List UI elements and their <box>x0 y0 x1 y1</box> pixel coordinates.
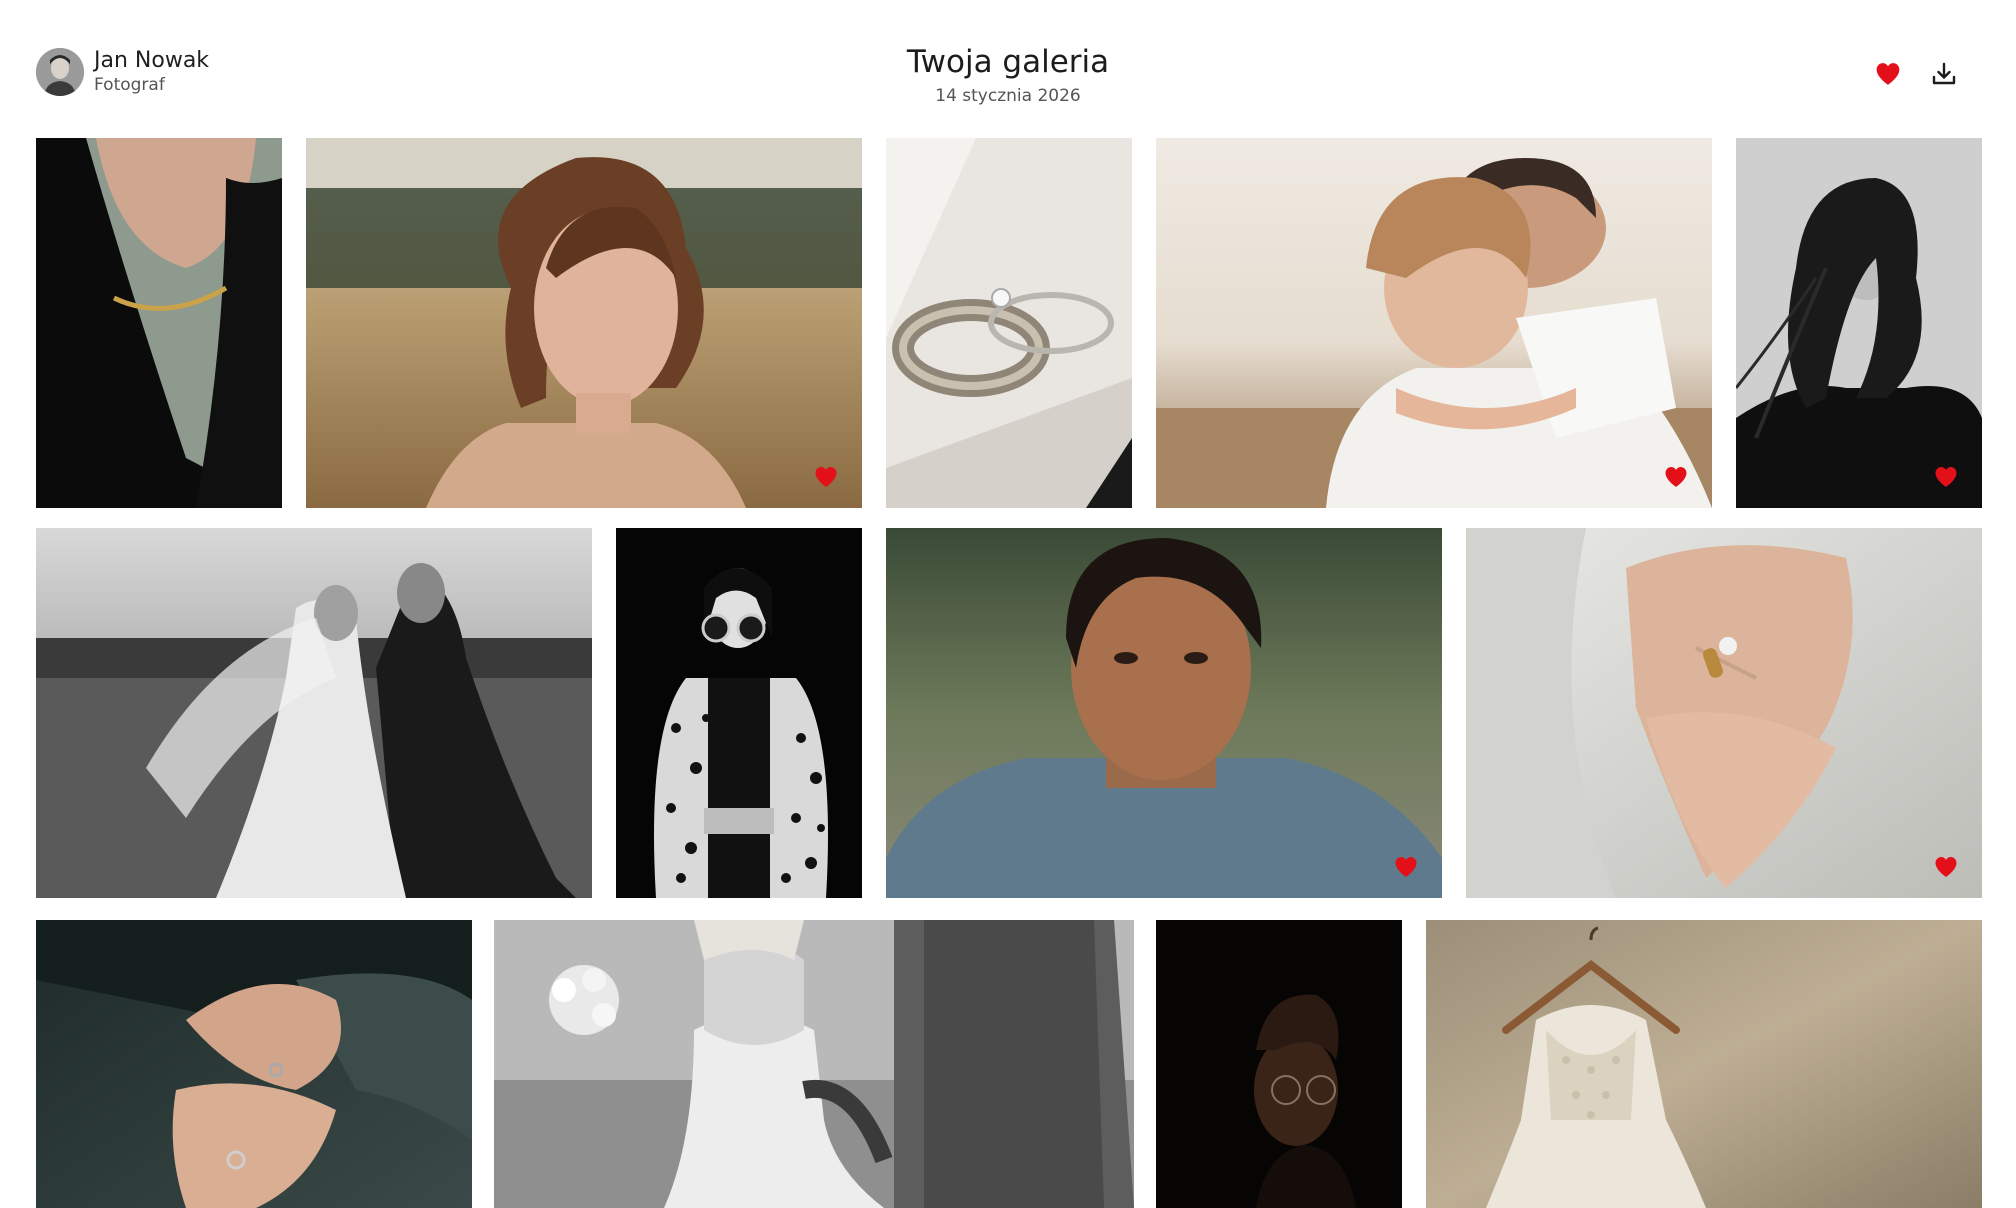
heart-icon[interactable] <box>814 466 838 488</box>
heart-icon[interactable] <box>1934 856 1958 878</box>
photo-image <box>36 138 282 508</box>
photo-image <box>886 528 1442 898</box>
photo-woman-windblown-hair[interactable] <box>1736 138 1982 508</box>
photo-image <box>1156 138 1712 508</box>
photo-necklace[interactable] <box>36 138 282 508</box>
photo-image <box>306 138 862 508</box>
page-title: Twoja galeria <box>906 44 1110 80</box>
photo-image <box>1426 920 1982 1208</box>
download-button[interactable] <box>1926 56 1962 92</box>
photo-image <box>1156 920 1402 1208</box>
download-icon <box>1932 62 1956 85</box>
heart-icon[interactable] <box>1664 466 1688 488</box>
heart-icon <box>1875 62 1901 86</box>
gallery-header: Jan Nowak Fotograf Twoja galeria 14 styc… <box>0 0 2016 138</box>
photo-image <box>616 528 862 898</box>
favorites-button[interactable] <box>1870 56 1906 92</box>
photo-wedding-rings[interactable] <box>886 138 1132 508</box>
photo-man-glasses-dark[interactable] <box>1156 920 1402 1208</box>
photo-image <box>494 920 1134 1208</box>
gallery-date: 14 stycznia 2026 <box>935 86 1081 106</box>
heart-icon[interactable] <box>1934 466 1958 488</box>
photo-image <box>36 528 592 898</box>
photo-image <box>1736 138 1982 508</box>
photo-father-and-child[interactable] <box>1156 138 1712 508</box>
photo-man-portrait[interactable] <box>886 528 1442 898</box>
photo-couple-walking[interactable] <box>494 920 1134 1208</box>
photo-holding-hands[interactable] <box>36 920 472 1208</box>
photo-woman-portrait-field[interactable] <box>306 138 862 508</box>
photo-image <box>36 920 472 1208</box>
photo-image <box>886 138 1132 508</box>
photo-woman-sunglasses-leopard-coat[interactable] <box>616 528 862 898</box>
title-block: Twoja galeria 14 stycznia 2026 <box>0 42 2016 108</box>
photo-couple-kiss-veil[interactable] <box>36 528 592 898</box>
photo-wedding-dress-hanger[interactable] <box>1426 920 1982 1208</box>
photo-hands-with-ring[interactable] <box>1466 528 1982 898</box>
heart-icon[interactable] <box>1394 856 1418 878</box>
photo-image <box>1466 528 1982 898</box>
